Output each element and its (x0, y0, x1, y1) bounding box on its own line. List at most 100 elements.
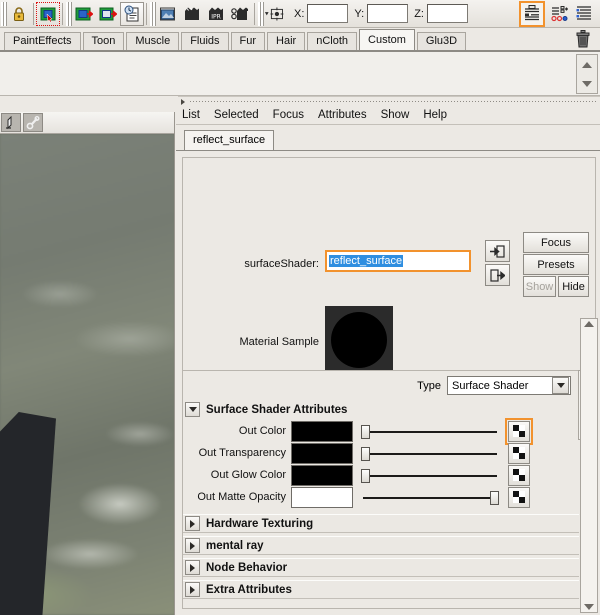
section-mental-ray[interactable]: mental ray (183, 536, 579, 555)
tool-settings-icon[interactable] (548, 2, 572, 26)
perspective-viewport[interactable] (0, 112, 175, 615)
attribute-row-out-glow-color: Out Glow Color (183, 464, 579, 486)
out-matte-opacity-swatch[interactable] (291, 486, 353, 508)
render-view-icon[interactable] (156, 2, 180, 26)
surface-shader-label: surfaceShader: (244, 258, 319, 270)
expand-toggle-icon[interactable] (185, 560, 200, 575)
svg-text:IPR: IPR (211, 13, 221, 20)
material-sample-label: Material Sample (239, 336, 319, 348)
scroll-down-icon[interactable] (582, 80, 592, 87)
shelf-tab-ncloth[interactable]: nCloth (307, 32, 358, 50)
z-coord-input[interactable] (426, 4, 468, 23)
attribute-editor-panel: List Selected Focus Attributes Show Help… (176, 105, 600, 615)
attr-label: Out Transparency (198, 447, 286, 459)
out-glow-color-map-button[interactable] (508, 464, 530, 486)
node-type-dropdown[interactable]: Surface Shader (447, 376, 571, 395)
attribute-editor-icon[interactable] (519, 0, 545, 27)
attr-label: Out Glow Color (210, 469, 286, 481)
shelf-tab-bar: PaintEffects Toon Muscle Fluids Fur Hair… (0, 28, 600, 52)
menu-focus[interactable]: Focus (273, 109, 304, 121)
attribute-editor-body: surfaceShader: reflect_surface Focus Pre… (182, 157, 596, 609)
presets-button[interactable]: Presets (523, 254, 589, 275)
section-extra-attributes[interactable]: Extra Attributes (183, 580, 579, 599)
menu-help[interactable]: Help (423, 109, 447, 121)
node-tab-reflect-surface[interactable]: reflect_surface (184, 130, 275, 150)
shelf-tab-glu3d[interactable]: Glu3D (416, 32, 467, 50)
shelf-item-area (0, 52, 600, 96)
lock-icon[interactable] (7, 2, 31, 26)
show-button[interactable]: Show (523, 276, 556, 297)
expand-toggle-icon[interactable] (185, 538, 200, 553)
hide-button[interactable]: Hide (558, 276, 589, 297)
output-connection-button[interactable] (485, 264, 510, 286)
node-type-row: Type Surface Shader (183, 371, 579, 399)
y-coord-label: Y: (354, 7, 365, 20)
node-type-value: Surface Shader (452, 379, 529, 392)
status-line-toolbar: IPR X: Y: Z: (0, 0, 600, 28)
attribute-row-out-matte-opacity: Out Matte Opacity (183, 486, 579, 508)
section-title: Node Behavior (206, 561, 288, 574)
wrench-icon[interactable] (23, 113, 43, 132)
out-transparency-slider[interactable] (359, 443, 501, 464)
out-color-map-button[interactable] (505, 417, 533, 445)
shelf-tab-muscle[interactable]: Muscle (126, 32, 180, 50)
attributes-scroll-area: Type Surface Shader Surface Shader Attri… (183, 370, 579, 608)
surface-shader-attributes-header[interactable]: Surface Shader Attributes (183, 400, 579, 419)
collapse-toggle-icon[interactable] (185, 402, 200, 417)
shelf-tab-toon[interactable]: Toon (82, 32, 125, 50)
attribute-editor-scrollbar[interactable] (580, 318, 598, 613)
section-hardware-texturing[interactable]: Hardware Texturing (183, 514, 579, 533)
out-transparency-swatch[interactable] (291, 442, 353, 464)
redo-previous-render-icon[interactable] (96, 2, 120, 26)
section-node-behavior[interactable]: Node Behavior (183, 558, 579, 577)
paint-select-icon[interactable] (1, 113, 21, 132)
maya-application-window: IPR X: Y: Z: PaintEffects Toon Muscle Fl… (0, 0, 600, 615)
shelf-tab-custom[interactable]: Custom (359, 29, 415, 50)
chevron-down-icon[interactable] (552, 377, 569, 394)
out-glow-color-swatch[interactable] (291, 464, 353, 486)
panel-separator-rail[interactable] (178, 96, 600, 105)
expand-toggle-icon[interactable] (185, 582, 200, 597)
out-matte-opacity-map-button[interactable] (508, 486, 530, 508)
menu-list[interactable]: List (182, 109, 200, 121)
out-color-swatch[interactable] (291, 420, 353, 442)
scroll-up-icon[interactable] (584, 321, 594, 327)
shelf-tab-fluids[interactable]: Fluids (181, 32, 229, 50)
snap-target-icon[interactable] (264, 2, 288, 26)
shelf-tab-painteffects[interactable]: PaintEffects (4, 32, 81, 50)
batch-render-icon[interactable] (180, 2, 204, 26)
shelf-tab-fur[interactable]: Fur (230, 32, 266, 50)
section-title: Hardware Texturing (206, 517, 314, 530)
focus-button[interactable]: Focus (523, 232, 589, 253)
surface-shader-input[interactable]: reflect_surface (325, 250, 471, 272)
scroll-up-icon[interactable] (582, 61, 592, 68)
input-connection-button[interactable] (485, 240, 510, 262)
attribute-row-out-color: Out Color (183, 417, 579, 445)
out-glow-color-slider[interactable] (359, 465, 501, 486)
toolbar-divider (146, 2, 147, 25)
out-matte-opacity-slider[interactable] (359, 487, 501, 508)
menu-selected[interactable]: Selected (214, 109, 259, 121)
scroll-down-icon[interactable] (584, 604, 594, 610)
menu-attributes[interactable]: Attributes (318, 109, 367, 121)
material-sample-swatch[interactable] (325, 306, 393, 374)
ipr-render-icon[interactable]: IPR (204, 2, 228, 26)
out-transparency-map-button[interactable] (508, 442, 530, 464)
shelf-tab-hair[interactable]: Hair (267, 32, 306, 50)
expand-toggle-icon[interactable] (185, 516, 200, 531)
select-by-object-icon[interactable] (36, 1, 60, 26)
y-coord-input[interactable] (367, 4, 409, 23)
shelf-scroll-buttons[interactable] (576, 54, 598, 94)
toolbar-divider (254, 2, 255, 25)
render-settings-icon[interactable] (120, 1, 144, 26)
z-coord-label: Z: (414, 7, 424, 20)
section-title: Extra Attributes (206, 583, 292, 596)
channel-box-icon[interactable] (572, 2, 596, 26)
x-coord-input[interactable] (307, 4, 349, 23)
menu-show[interactable]: Show (381, 109, 410, 121)
render-current-frame-icon[interactable] (72, 2, 96, 26)
out-color-slider[interactable] (359, 421, 501, 442)
trash-icon[interactable] (572, 28, 594, 50)
material-sample-sphere (331, 312, 387, 368)
render-globals-icon[interactable] (228, 2, 252, 26)
